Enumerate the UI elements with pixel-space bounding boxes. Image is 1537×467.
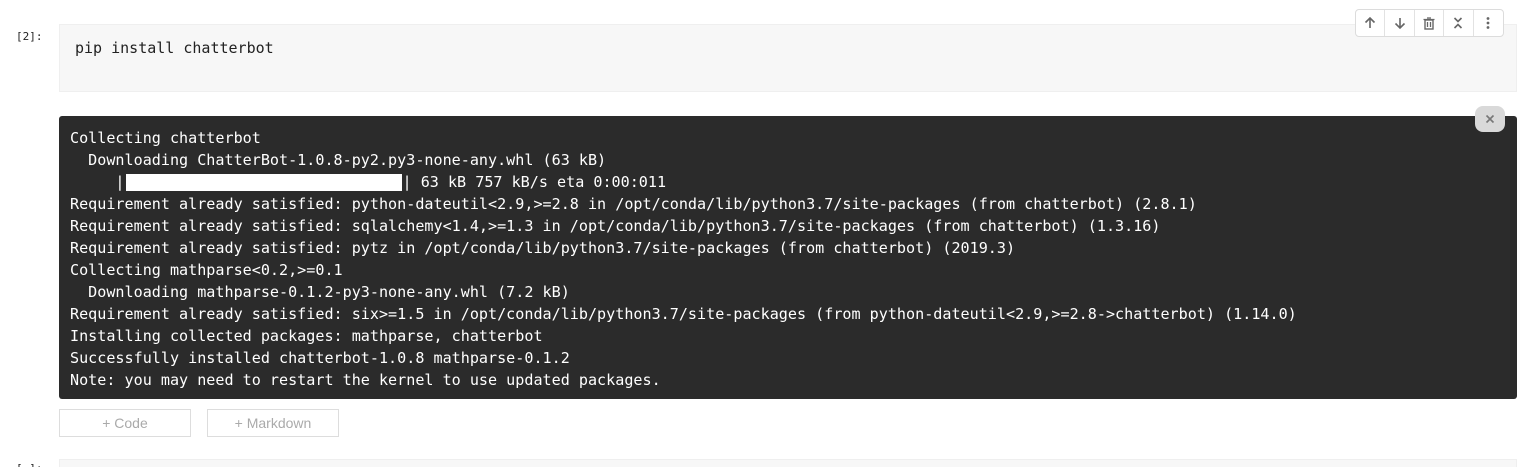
add-code-cell-button[interactable]: + Code: [59, 409, 191, 437]
collapse-icon: [1454, 17, 1463, 29]
code-line[interactable]: pip install chatterbot: [75, 39, 274, 57]
output-line: Requirement already satisfied: six>=1.5 …: [70, 305, 1297, 323]
output-line: Installing collected packages: mathparse…: [70, 327, 543, 345]
output-line: Successfully installed chatterbot-1.0.8 …: [70, 349, 570, 367]
output-line: Downloading ChatterBot-1.0.8-py2.py3-non…: [70, 151, 607, 169]
output-line: Note: you may need to restart the kernel…: [70, 371, 661, 389]
cell-output: Collecting chatterbot Downloading Chatte…: [59, 116, 1517, 399]
arrow-up-icon: [1365, 16, 1376, 28]
output-line: Collecting mathparse<0.2,>=0.1: [70, 261, 343, 279]
cell-toolbar: [1355, 9, 1504, 37]
code-cell-editor[interactable]: pip install chatterbot: [59, 24, 1517, 92]
next-code-cell-editor[interactable]: [59, 459, 1517, 467]
cell-execution-count: [2]:: [16, 30, 43, 43]
clear-output-button[interactable]: [1475, 106, 1505, 132]
move-up-button[interactable]: [1356, 10, 1386, 36]
output-line: Collecting chatterbot: [70, 129, 261, 147]
output-line: Requirement already satisfied: sqlalchem…: [70, 217, 1161, 235]
notebook-page: [2]: pip install chatterbot Collecting c…: [0, 0, 1537, 467]
close-icon: [1485, 114, 1495, 124]
output-line: Requirement already satisfied: pytz in /…: [70, 239, 1016, 257]
download-progress-line: | | 63 kB 757 kB/s eta 0:00:011: [70, 171, 1506, 193]
next-cell-execution-count: [ ]:: [16, 462, 43, 467]
progress-suffix: | 63 kB 757 kB/s eta 0:00:011: [402, 173, 667, 191]
collapse-button[interactable]: [1444, 10, 1474, 36]
trash-icon: [1423, 17, 1435, 30]
scrollbar-track[interactable]: [1529, 0, 1537, 467]
download-progress-bar: [125, 173, 402, 191]
output-line: Downloading mathparse-0.1.2-py3-none-any…: [70, 283, 570, 301]
arrow-down-icon: [1394, 18, 1405, 30]
move-down-button[interactable]: [1385, 10, 1415, 36]
progress-prefix: |: [70, 173, 125, 191]
output-line: Requirement already satisfied: python-da…: [70, 195, 1197, 213]
add-markdown-cell-button[interactable]: + Markdown: [207, 409, 339, 437]
more-vertical-icon: [1486, 17, 1490, 29]
more-options-button[interactable]: [1474, 10, 1503, 36]
delete-cell-button[interactable]: [1415, 10, 1445, 36]
